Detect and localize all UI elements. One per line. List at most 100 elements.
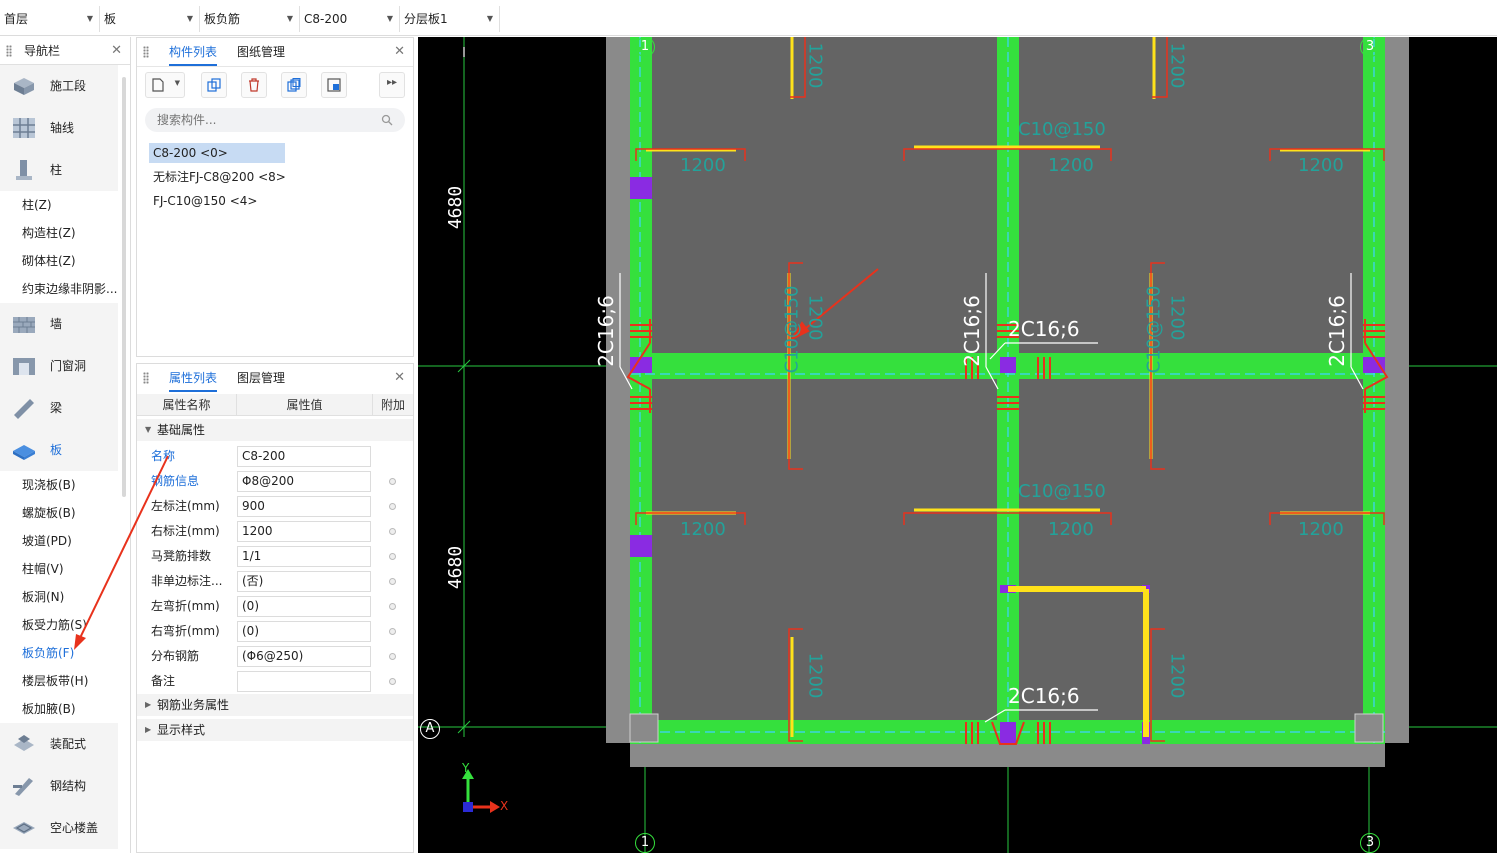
segment-icon	[14, 78, 34, 95]
x-axis-label: X	[500, 799, 509, 813]
column-icon	[16, 160, 32, 180]
nav-group-segment[interactable]: 施工段	[0, 65, 118, 107]
length-label: 1200	[804, 652, 826, 699]
length-label: 1200	[1048, 155, 1094, 176]
trash-icon	[249, 78, 259, 92]
property-value-field[interactable]: 1/1	[237, 546, 371, 567]
nav-group-hollow-floor[interactable]: 空心楼盖	[0, 807, 118, 849]
search-component-input[interactable]	[145, 108, 405, 132]
drag-handle-icon[interactable]	[6, 45, 12, 57]
extra-checkbox-icon[interactable]	[389, 628, 396, 635]
property-value-field[interactable]: C8-200	[237, 446, 371, 467]
delete-button[interactable]	[241, 72, 267, 98]
category-dropdown[interactable]: 板 ▼	[100, 6, 200, 32]
rebar-label-bottom: 2C16;6	[1008, 684, 1080, 708]
property-value-field[interactable]: (否)	[237, 571, 371, 592]
nav-item-slab-haunch[interactable]: 板加腋(B)	[0, 695, 120, 723]
component-item[interactable]: 无标注FJ-C8@200 <8>	[149, 167, 290, 187]
nav-scrollbar[interactable]	[122, 77, 126, 497]
property-value-field[interactable]: 900	[237, 496, 371, 517]
nav-item-edge-column[interactable]: 约束边缘非阴影...	[0, 275, 120, 303]
nav-item-masonry-column[interactable]: 砌体柱(Z)	[0, 247, 120, 275]
drag-handle-icon[interactable]	[143, 46, 149, 58]
nav-group-label: 装配式	[50, 737, 87, 751]
property-value-field[interactable]: (0)	[237, 596, 371, 617]
tab-layer-management[interactable]: 图层管理	[237, 364, 285, 392]
extra-checkbox-icon[interactable]	[389, 553, 396, 560]
tab-property-list[interactable]: 属性列表	[169, 364, 218, 392]
group-label: 钢筋业务属性	[157, 698, 230, 712]
caret-right-icon: ▶	[145, 725, 152, 734]
close-icon[interactable]: ✕	[111, 37, 122, 65]
extra-checkbox-icon[interactable]	[389, 478, 396, 485]
group-rebar-properties[interactable]: ▶ 钢筋业务属性	[137, 694, 413, 716]
search-icon[interactable]	[381, 114, 393, 126]
wall-icon	[13, 317, 35, 333]
copy-button[interactable]	[201, 72, 227, 98]
slab-icon	[13, 445, 35, 460]
tab-component-list[interactable]: 构件列表	[169, 38, 218, 66]
chevron-down-icon: ▼	[174, 79, 180, 87]
annotation-arrow-nav	[74, 455, 169, 650]
new-component-button[interactable]: ▼	[145, 72, 185, 98]
slab-rebar-label-top: C10@150	[1018, 119, 1106, 140]
drag-handle-icon[interactable]	[143, 372, 149, 384]
extra-checkbox-icon[interactable]	[389, 603, 396, 610]
group-basic-properties[interactable]: ▼ 基础属性	[137, 419, 413, 441]
length-label: 1200	[1166, 652, 1188, 699]
group-display-style[interactable]: ▶ 显示样式	[137, 719, 413, 741]
extra-checkbox-icon[interactable]	[389, 578, 396, 585]
component-item[interactable]: FJ-C10@150 <4>	[149, 191, 261, 211]
nav-group-door[interactable]: 门窗洞	[0, 345, 118, 387]
property-value-field[interactable]	[237, 671, 371, 692]
nav-header: 导航栏 ✕	[0, 37, 130, 65]
layer-dropdown[interactable]: 分层板1 ▼	[400, 6, 500, 32]
slab-bottom-strip	[630, 743, 1385, 767]
more-button[interactable]: ▸▸	[379, 72, 405, 98]
dimension-upper: 4680	[445, 185, 467, 230]
chevron-down-icon: ▼	[186, 14, 193, 23]
duplicate-floor-button[interactable]	[281, 72, 307, 98]
nav-group-label: 钢结构	[50, 779, 87, 793]
nav-item-constructional-column[interactable]: 构造柱(Z)	[0, 219, 120, 247]
length-label: 1200	[680, 155, 726, 176]
nav-group-beam[interactable]: 梁	[0, 387, 118, 429]
property-value-field[interactable]: 1200	[237, 521, 371, 542]
save-template-button[interactable]	[321, 72, 347, 98]
extra-checkbox-icon[interactable]	[389, 503, 396, 510]
tab-drawing-management[interactable]: 图纸管理	[237, 38, 285, 66]
property-value-field[interactable]: Φ8@200	[237, 471, 371, 492]
property-value-field[interactable]: (0)	[237, 621, 371, 642]
length-label: 1200	[1298, 155, 1344, 176]
nav-group-column[interactable]: 柱	[0, 149, 118, 191]
column-header-name: 属性名称	[137, 394, 237, 416]
component-dropdown[interactable]: C8-200 ▼	[300, 6, 400, 32]
axis-bubble-3-top: 3	[1360, 37, 1380, 57]
extra-checkbox-icon[interactable]	[389, 528, 396, 535]
property-value-field[interactable]: (Φ6@250)	[237, 646, 371, 667]
ucs-axis-icon	[462, 769, 500, 813]
length-label: 1200	[1166, 42, 1188, 89]
nav-group-label: 门窗洞	[50, 359, 87, 373]
nav-group-axis[interactable]: 轴线	[0, 107, 118, 149]
chevron-down-icon: ▼	[86, 14, 93, 23]
close-icon[interactable]: ✕	[394, 364, 405, 392]
component-item-selected[interactable]: C8-200 <0>	[149, 143, 285, 163]
nav-group-wall[interactable]: 墙	[0, 303, 118, 345]
floor-dropdown[interactable]: 首层 ▼	[0, 6, 100, 32]
floor-value: 首层	[4, 12, 29, 26]
type-dropdown[interactable]: 板负筋 ▼	[200, 6, 300, 32]
extra-checkbox-icon[interactable]	[389, 678, 396, 685]
nav-group-label: 施工段	[50, 79, 87, 93]
length-label: 1200	[804, 294, 826, 341]
category-value: 板	[104, 12, 117, 26]
extra-checkbox-icon[interactable]	[389, 653, 396, 660]
nav-group-label: 梁	[50, 401, 63, 415]
component-list-panel: 构件列表 图纸管理 ✕ ▼ ▸▸ C8-200 <0> 无标注FJ-C8@200…	[136, 37, 414, 357]
template-icon	[327, 78, 341, 92]
nav-group-prefab[interactable]: 装配式	[0, 723, 118, 765]
close-icon[interactable]: ✕	[394, 38, 405, 66]
drawing-canvas[interactable]: 4680 4680 1 3 1 3 A 2C16;6 2C16;6 2C16;6…	[418, 37, 1497, 853]
nav-item-column-z[interactable]: 柱(Z)	[0, 191, 120, 219]
nav-group-steel[interactable]: 钢结构	[0, 765, 118, 807]
